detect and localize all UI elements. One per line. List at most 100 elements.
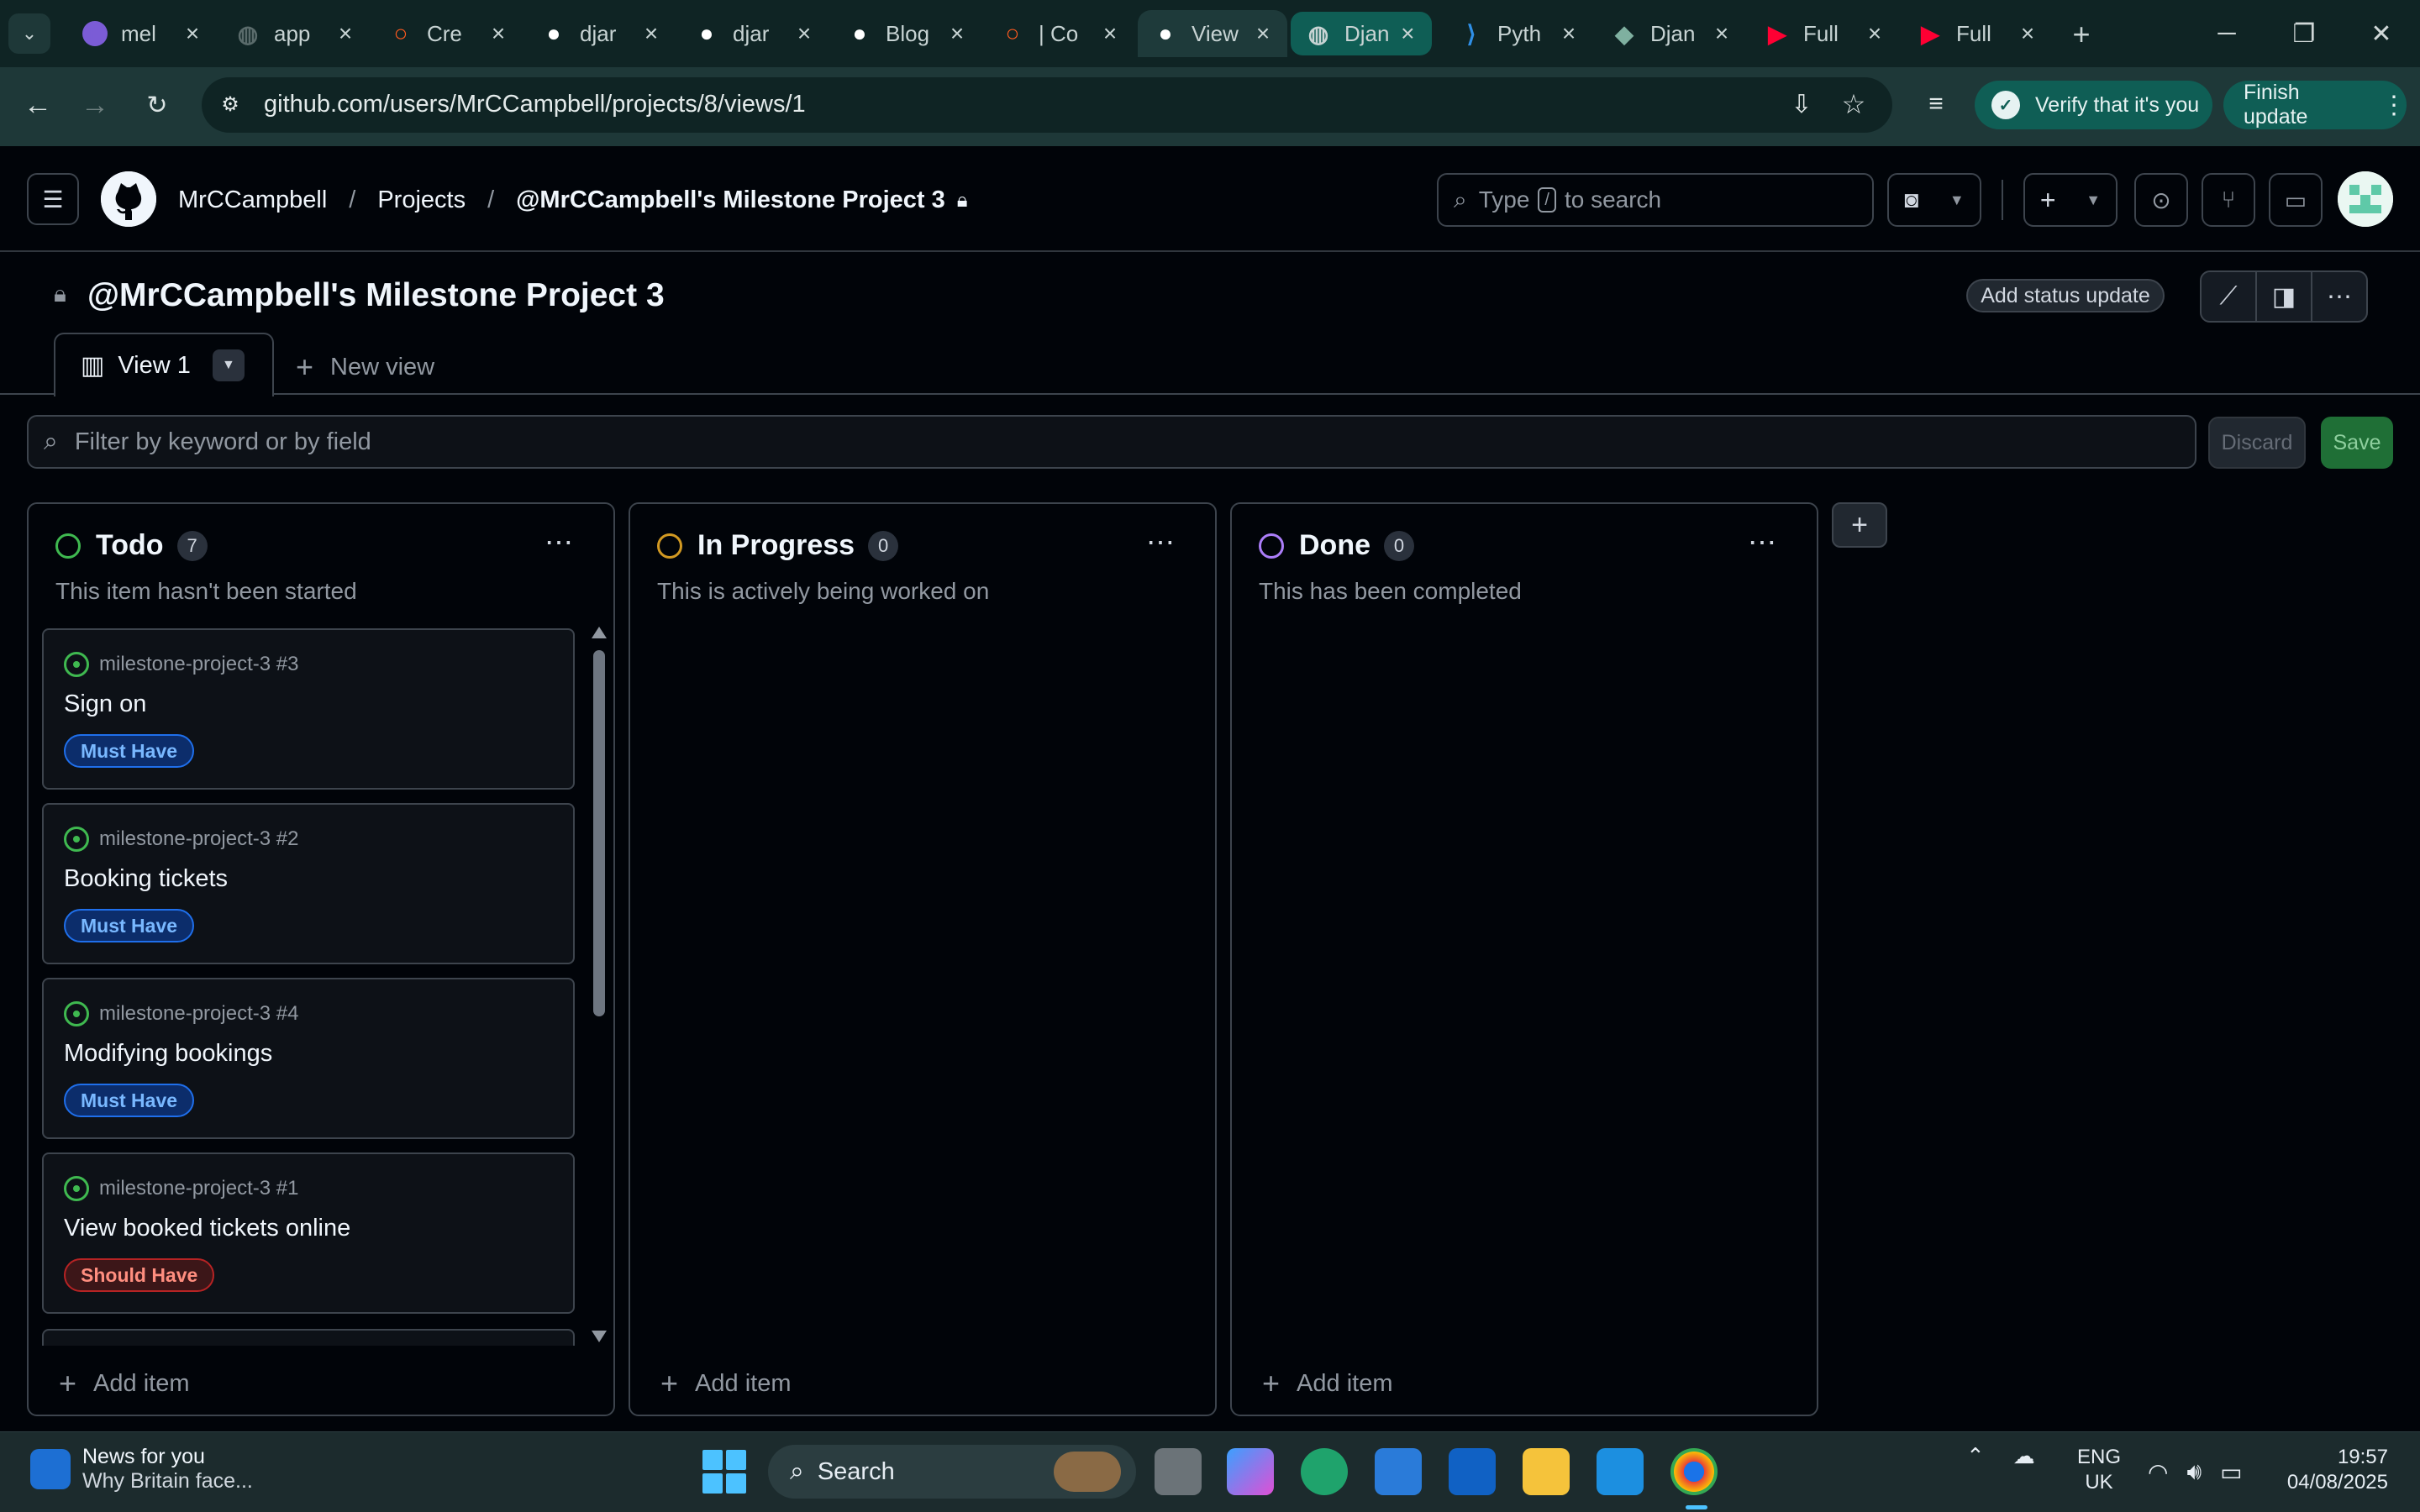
close-tab-icon[interactable]: × [1556, 20, 1581, 47]
windows-start-icon[interactable] [702, 1450, 746, 1494]
edge-icon[interactable] [1301, 1448, 1348, 1495]
close-tab-icon[interactable]: × [333, 20, 358, 47]
site-info-icon[interactable]: ⚙ [215, 89, 245, 119]
card-label[interactable]: Must Have [64, 909, 195, 942]
reading-list-icon[interactable]: ≡ [1919, 87, 1953, 121]
breadcrumb-project[interactable]: @MrCCampbell's Milestone Project 3 [516, 186, 945, 214]
outlook-icon[interactable] [1449, 1448, 1496, 1495]
card-title[interactable]: Booking tickets [64, 865, 228, 893]
view-options-dropdown[interactable]: ▼ [212, 349, 245, 381]
store-icon[interactable] [1375, 1448, 1422, 1495]
tab-search-button[interactable]: ⌄ [8, 13, 50, 54]
card-label[interactable]: Should Have [64, 1258, 215, 1292]
task-view-icon[interactable] [1155, 1448, 1202, 1495]
clock[interactable]: 19:57 04/08/2025 [2269, 1445, 2388, 1495]
column-menu-icon[interactable]: ⋯ [544, 526, 575, 559]
add-status-update-button[interactable]: Add status update [1966, 279, 2165, 312]
card-title[interactable]: Modifying bookings [64, 1040, 272, 1068]
tab-view-1[interactable]: ▥ View 1 ▼ [54, 333, 274, 396]
inbox-icon[interactable]: ▭ [2269, 173, 2323, 227]
forward-button[interactable]: → [74, 84, 116, 126]
onedrive-icon[interactable]: ☁ [2013, 1443, 2035, 1469]
new-tab-button[interactable]: + [2060, 13, 2102, 55]
card-label[interactable]: Must Have [64, 734, 195, 768]
close-tab-icon[interactable]: × [2015, 20, 2040, 47]
add-item-button[interactable]: + Add item [660, 1366, 791, 1401]
restore-icon[interactable]: ❐ [2265, 0, 2343, 67]
close-tab-icon[interactable]: × [486, 20, 511, 47]
breadcrumb-owner[interactable]: MrCCampbell [178, 186, 327, 214]
close-tab-icon[interactable]: × [1097, 20, 1123, 47]
verify-identity-chip[interactable]: ✓ Verify that it's you [1975, 81, 2212, 129]
minimize-icon[interactable]: ─ [2188, 0, 2265, 67]
browser-tab[interactable]: ○ | Co × [985, 10, 1134, 57]
add-column-button[interactable]: + [1832, 502, 1887, 548]
more-options-icon[interactable]: ⋯ [2312, 272, 2366, 321]
browser-menu-icon[interactable]: ⋮ [2381, 91, 2407, 120]
browser-tab[interactable]: ● View × [1138, 10, 1287, 57]
insights-chart-icon[interactable]: ⟋ [2202, 272, 2257, 321]
pull-requests-icon[interactable]: ⑂ [2202, 173, 2255, 227]
browser-tab[interactable]: ○ Cre × [373, 10, 523, 57]
discard-button[interactable]: Discard [2208, 417, 2306, 469]
new-view-button[interactable]: + New view [296, 349, 434, 385]
card-repo[interactable]: milestone-project-3 #4 [64, 1001, 298, 1026]
news-widget[interactable]: News for you Why Britain face... [30, 1445, 253, 1494]
browser-tab[interactable]: ▶ Full × [1902, 10, 2052, 57]
card-title[interactable]: Sign on [64, 690, 146, 718]
add-item-button[interactable]: + Add item [1262, 1366, 1392, 1401]
breadcrumb-projects[interactable]: Projects [377, 186, 466, 214]
quick-settings[interactable]: ◠ 🔊︎ ▭ [2148, 1458, 2243, 1486]
copilot-app-icon[interactable] [1227, 1448, 1274, 1495]
side-panel-icon[interactable]: ◨ [2257, 272, 2312, 321]
add-item-button[interactable]: + Add item [59, 1366, 189, 1401]
board-card-partial[interactable] [42, 1329, 575, 1346]
browser-tab[interactable]: ⟩ Pyth × [1444, 10, 1593, 57]
create-new-button[interactable]: + ▼ [2023, 173, 2118, 227]
close-tab-icon[interactable]: × [180, 20, 205, 47]
browser-tab[interactable]: ● djar × [526, 10, 676, 57]
close-tab-icon[interactable]: × [792, 20, 817, 47]
vscode-icon[interactable] [1597, 1448, 1644, 1495]
browser-tab[interactable]: ● Blog × [832, 10, 981, 57]
board-card[interactable]: milestone-project-3 #3 Sign on Must Have [42, 628, 575, 790]
github-logo-icon[interactable] [101, 171, 156, 227]
board-card[interactable]: milestone-project-3 #2 Booking tickets M… [42, 803, 575, 964]
close-tab-icon[interactable]: × [639, 20, 664, 47]
scroll-down-arrow-icon[interactable] [592, 1331, 607, 1342]
reload-button[interactable]: ↻ [136, 84, 178, 126]
bookmark-star-icon[interactable]: ☆ [1837, 87, 1870, 121]
browser-tab[interactable]: ◆ Djan × [1597, 10, 1746, 57]
card-repo[interactable]: milestone-project-3 #2 [64, 827, 298, 852]
column-menu-icon[interactable]: ⋯ [1146, 526, 1176, 559]
card-repo[interactable]: milestone-project-3 #3 [64, 652, 298, 677]
column-menu-icon[interactable]: ⋯ [1748, 526, 1778, 559]
avatar[interactable] [2338, 171, 2393, 227]
card-repo[interactable]: milestone-project-3 #1 [64, 1176, 298, 1201]
hamburger-menu-icon[interactable]: ☰ [27, 173, 79, 225]
back-button[interactable]: ← [17, 84, 59, 126]
search-input[interactable]: ⌕ Type / to search [1437, 173, 1874, 227]
finish-update-button[interactable]: Finish update ⋮ [2223, 81, 2407, 129]
save-button[interactable]: Save [2321, 417, 2393, 469]
scrollbar-thumb[interactable] [593, 650, 605, 1016]
close-tab-icon[interactable]: × [1862, 20, 1887, 47]
taskbar-search[interactable]: ⌕ Search [768, 1445, 1136, 1499]
language-indicator[interactable]: ENG UK [2077, 1445, 2121, 1495]
board-card[interactable]: milestone-project-3 #1 View booked ticke… [42, 1152, 575, 1314]
install-app-icon[interactable]: ⇩ [1785, 87, 1818, 121]
url-text[interactable]: github.com/users/MrCCampbell/projects/8/… [264, 91, 806, 118]
close-tab-icon[interactable]: × [1709, 20, 1734, 47]
close-tab-icon[interactable]: × [1396, 20, 1420, 47]
chevron-down-icon[interactable]: ▼ [1949, 192, 1965, 209]
copilot-button[interactable]: ◙ ▼ [1887, 173, 1981, 227]
browser-tab[interactable]: ◍ Djan × [1291, 12, 1432, 55]
card-title[interactable]: View booked tickets online [64, 1215, 350, 1242]
close-tab-icon[interactable]: × [944, 20, 970, 47]
browser-tab[interactable]: ◍ app × [220, 10, 370, 57]
card-label[interactable]: Must Have [64, 1084, 195, 1117]
close-tab-icon[interactable]: × [1250, 20, 1276, 47]
scroll-up-arrow-icon[interactable] [592, 627, 607, 638]
filter-input[interactable]: ⌕ Filter by keyword or by field [27, 415, 2196, 469]
chevron-up-icon[interactable]: ⌃ [1966, 1443, 1985, 1469]
